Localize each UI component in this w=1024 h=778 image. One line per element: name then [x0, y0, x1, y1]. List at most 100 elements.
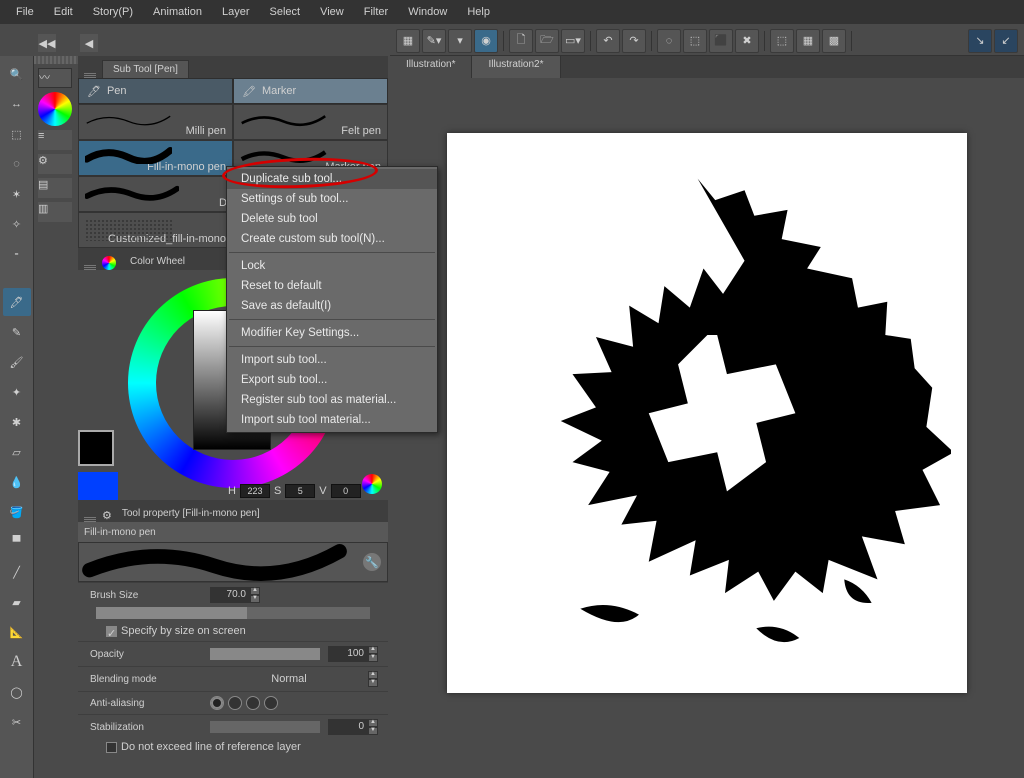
- colorwheel-tab[interactable]: Color Wheel: [120, 253, 195, 270]
- marquee-tool-icon[interactable]: ◌: [3, 150, 31, 178]
- toolprop-tab[interactable]: Tool property [Fill-in-mono pen]: [112, 505, 270, 522]
- zoom-tool-icon[interactable]: 🔍: [3, 60, 31, 88]
- subtool-fill-in-mono[interactable]: Fill-in-mono pen: [78, 140, 233, 176]
- subtool-customized[interactable]: Customized_fill-in-mono: [78, 212, 233, 248]
- snap-icon[interactable]: ↘: [968, 29, 992, 53]
- stab-stepper[interactable]: ▲▼: [368, 719, 378, 735]
- wrench-icon[interactable]: 🔧: [363, 553, 381, 571]
- color-circle-toggle-icon[interactable]: [362, 474, 382, 494]
- blend-stepper[interactable]: ▲▼: [368, 671, 378, 687]
- grid-view-icon[interactable]: ▦: [396, 29, 420, 53]
- foreground-swatch[interactable]: [78, 430, 114, 466]
- text-tool-icon[interactable]: A: [3, 648, 31, 676]
- pattern-icon[interactable]: ▦: [796, 29, 820, 53]
- deselect-icon[interactable]: ⬛: [709, 29, 733, 53]
- doctab-2[interactable]: Illustration2*: [472, 56, 560, 78]
- brush-size-stepper[interactable]: ▲▼: [250, 587, 260, 603]
- move-tool-icon[interactable]: ↔: [3, 90, 31, 118]
- figure-tool-icon[interactable]: ╱: [3, 558, 31, 586]
- subtool-milli-pen[interactable]: Milli pen: [78, 104, 233, 140]
- layers-icon[interactable]: ▤: [38, 178, 72, 198]
- menu-animation[interactable]: Animation: [143, 2, 212, 22]
- doctab-1[interactable]: Illustration*: [390, 56, 472, 78]
- ctx-save-as-default-i[interactable]: Save as default(I): [227, 296, 437, 316]
- checkbox-icon[interactable]: ✓: [106, 626, 117, 637]
- ctx-modifier-key-settings[interactable]: Modifier Key Settings...: [227, 323, 437, 343]
- blend-tool-icon[interactable]: 💧: [3, 468, 31, 496]
- aa-option-mid[interactable]: [246, 696, 260, 710]
- wand-tool-icon[interactable]: ✧: [3, 210, 31, 238]
- ctx-create-custom-sub-tool-n[interactable]: Create custom sub tool(N)...: [227, 229, 437, 249]
- aa-option-strong[interactable]: [264, 696, 278, 710]
- correct-tool-icon[interactable]: ✂: [3, 708, 31, 736]
- ctx-register-sub-tool-as-material[interactable]: Register sub tool as material...: [227, 390, 437, 410]
- menu-help[interactable]: Help: [457, 2, 500, 22]
- layers2-icon[interactable]: ▥: [38, 202, 72, 222]
- opacity-stepper[interactable]: ▲▼: [368, 646, 378, 662]
- category-pen[interactable]: 🖊Pen: [78, 78, 233, 104]
- h-field[interactable]: 223: [240, 484, 270, 498]
- menu-window[interactable]: Window: [398, 2, 457, 22]
- opacity-field[interactable]: 100: [328, 646, 368, 662]
- balloon-tool-icon[interactable]: ◯: [3, 678, 31, 706]
- menu-select[interactable]: Select: [260, 2, 311, 22]
- pen-tool-icon[interactable]: 🖊: [3, 288, 31, 316]
- fill-tool-icon[interactable]: 🪣: [3, 498, 31, 526]
- new-icon[interactable]: 🗋: [509, 29, 533, 53]
- ctx-lock[interactable]: Lock: [227, 256, 437, 276]
- save-icon[interactable]: ▭▾: [561, 29, 585, 53]
- ctx-import-sub-tool[interactable]: Import sub tool...: [227, 350, 437, 370]
- grid-icon[interactable]: ▩: [822, 29, 846, 53]
- stab-slider[interactable]: [210, 721, 320, 733]
- undo-icon[interactable]: ↶: [596, 29, 620, 53]
- menu-edit[interactable]: Edit: [44, 2, 83, 22]
- menu-story[interactable]: Story(P): [83, 2, 143, 22]
- specify-size-row[interactable]: ✓ Specify by size on screen: [78, 623, 388, 641]
- gradient-tool-icon[interactable]: ▀: [3, 528, 31, 556]
- stab-field[interactable]: 0: [328, 719, 368, 735]
- props-icon[interactable]: ⚙: [38, 154, 72, 174]
- menu-layer[interactable]: Layer: [212, 2, 260, 22]
- brush-size-field[interactable]: 70.0: [210, 587, 250, 603]
- exceed-row[interactable]: Do not exceed line of reference layer: [78, 739, 388, 757]
- menu-file[interactable]: File: [6, 2, 44, 22]
- brush-size-slider[interactable]: [96, 607, 370, 619]
- menu-filter[interactable]: Filter: [354, 2, 398, 22]
- spiral-icon[interactable]: ◉: [474, 29, 498, 53]
- ctx-import-sub-tool-material[interactable]: Import sub tool material...: [227, 410, 437, 430]
- v-field[interactable]: 0: [331, 484, 361, 498]
- menu-view[interactable]: View: [310, 2, 354, 22]
- brush-preview-icon[interactable]: 〰: [38, 68, 72, 88]
- aa-options[interactable]: [210, 696, 278, 710]
- collapse-left-icon[interactable]: ◀◀: [38, 34, 56, 52]
- transform-icon[interactable]: ✖: [735, 29, 759, 53]
- color-circle-icon[interactable]: [38, 92, 72, 126]
- lasso-tool-icon[interactable]: ✶: [3, 180, 31, 208]
- frame-tool-icon[interactable]: ▰: [3, 588, 31, 616]
- subtool-felt-pen[interactable]: Felt pen: [233, 104, 388, 140]
- background-swatch[interactable]: [78, 472, 118, 500]
- checkbox-icon[interactable]: [106, 742, 117, 753]
- canvas-page[interactable]: [447, 133, 967, 693]
- viewport[interactable]: [420, 78, 994, 748]
- airbrush-tool-icon[interactable]: ✦: [3, 378, 31, 406]
- ctx-duplicate-sub-tool[interactable]: Duplicate sub tool...: [227, 169, 437, 189]
- ctx-settings-of-sub-tool[interactable]: Settings of sub tool...: [227, 189, 437, 209]
- slider-icon[interactable]: ≡: [38, 130, 72, 150]
- redo-icon[interactable]: ↷: [622, 29, 646, 53]
- collapse-left2-icon[interactable]: ◀: [80, 34, 98, 52]
- category-marker[interactable]: 🖍Marker: [233, 78, 388, 104]
- pencil-tool-icon[interactable]: ✎: [3, 318, 31, 346]
- s-field[interactable]: 5: [285, 484, 315, 498]
- tonecurve-icon[interactable]: ⬚: [770, 29, 794, 53]
- aa-option-weak[interactable]: [228, 696, 242, 710]
- options-icon[interactable]: ✎▾: [422, 29, 446, 53]
- ctx-export-sub-tool[interactable]: Export sub tool...: [227, 370, 437, 390]
- decoration-tool-icon[interactable]: ✱: [3, 408, 31, 436]
- dropdown-icon[interactable]: ▾: [448, 29, 472, 53]
- blend-mode-select[interactable]: Normal: [210, 673, 368, 685]
- ruler-icon[interactable]: ↙: [994, 29, 1018, 53]
- erase-icon[interactable]: ◌: [657, 29, 681, 53]
- eraser-tool-icon[interactable]: ▱: [3, 438, 31, 466]
- ctx-delete-sub-tool[interactable]: Delete sub tool: [227, 209, 437, 229]
